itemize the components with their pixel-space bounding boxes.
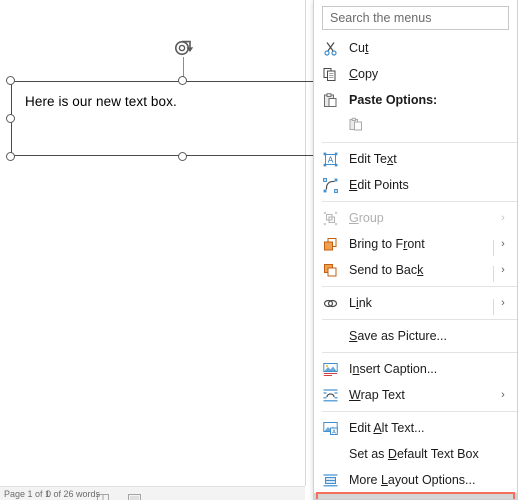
menu-item-group-label: Group	[349, 210, 384, 225]
resize-handle-top-middle[interactable]	[178, 76, 187, 85]
svg-text:A: A	[332, 429, 336, 435]
text-box-selection[interactable]: Here is our new text box.	[6, 40, 331, 161]
text-box-content[interactable]: Here is our new text box.	[25, 94, 177, 109]
search-menus-wrapper	[314, 0, 517, 35]
menu-item-cut-label: Cut	[349, 40, 369, 55]
menu-item-set-as-default-text-box-label: Set as Default Text Box	[349, 446, 479, 461]
textbox-border-bottom	[11, 155, 331, 156]
group-icon	[322, 210, 339, 227]
menu-item-edit-points[interactable]: Edit Points	[314, 172, 517, 198]
menu-item-edit-points-label: Edit Points	[349, 177, 409, 192]
resize-handle-bottom-left[interactable]	[6, 152, 15, 161]
read-mode-icon[interactable]	[97, 490, 109, 500]
chevron-right-icon: ›	[501, 389, 505, 401]
menu-item-link[interactable]: Link ›	[314, 290, 517, 316]
menu-item-edit-text[interactable]: A Edit Text	[314, 146, 517, 172]
status-page-number[interactable]: Page 1 of 1	[4, 489, 50, 499]
menu-item-edit-text-label: Edit Text	[349, 151, 397, 166]
wrap-text-icon	[322, 387, 339, 404]
chevron-right-icon: ›	[493, 238, 511, 256]
menu-item-link-label: Link	[349, 295, 372, 310]
menu-item-insert-caption[interactable]: Insert Caption...	[314, 356, 517, 382]
chevron-right-icon: ›	[501, 212, 505, 224]
paste-keep-formatting-icon[interactable]	[349, 117, 364, 135]
edit-points-icon	[322, 177, 339, 194]
link-icon	[322, 295, 339, 312]
copy-icon	[322, 66, 339, 83]
svg-text:A: A	[328, 155, 334, 164]
menu-item-paste-options[interactable]: Paste Options:	[314, 87, 517, 113]
menu-separator	[322, 286, 517, 287]
edit-alt-text-icon: A	[322, 420, 339, 437]
menu-separator	[322, 142, 517, 143]
page-edge-divider	[305, 0, 306, 486]
chevron-right-icon: ›	[493, 264, 511, 282]
paste-option-thumbnails[interactable]	[314, 113, 517, 139]
menu-item-set-as-default-text-box[interactable]: Set as Default Text Box	[314, 441, 517, 467]
menu-separator	[322, 352, 517, 353]
chevron-right-icon: ›	[493, 297, 511, 315]
menu-item-bring-to-front[interactable]: Bring to Front ›	[314, 231, 517, 257]
menu-item-send-to-back-label: Send to Back	[349, 262, 424, 277]
more-layout-options-icon	[322, 472, 339, 489]
menu-item-more-layout-options[interactable]: More Layout Options...	[314, 467, 517, 493]
textbox-border-top	[11, 81, 331, 82]
context-menu[interactable]: Cut Copy Paste Options:	[313, 0, 518, 500]
status-bar[interactable]: Page 1 of 1 0 of 26 words	[0, 486, 305, 500]
menu-item-edit-alt-text-label: Edit Alt Text...	[349, 420, 425, 435]
menu-item-more-layout-options-label: More Layout Options...	[349, 472, 476, 487]
menu-item-group[interactable]: Group ›	[314, 205, 517, 231]
menu-separator	[322, 201, 517, 202]
send-to-back-icon	[322, 262, 339, 279]
bring-to-front-icon	[322, 236, 339, 253]
print-layout-icon[interactable]	[128, 490, 141, 500]
menu-item-copy[interactable]: Copy	[314, 61, 517, 87]
resize-handle-middle-left[interactable]	[6, 114, 15, 123]
menu-item-edit-alt-text[interactable]: A Edit Alt Text...	[314, 415, 517, 441]
menu-item-insert-caption-label: Insert Caption...	[349, 361, 438, 376]
status-word-count[interactable]: 0 of 26 words	[46, 489, 100, 499]
menu-item-wrap-text[interactable]: Wrap Text ›	[314, 382, 517, 408]
cut-icon	[322, 40, 339, 57]
menu-item-save-as-picture[interactable]: Save as Picture...	[314, 323, 517, 349]
paste-icon	[322, 92, 339, 109]
menu-item-wrap-text-label: Wrap Text	[349, 387, 405, 402]
menu-item-send-to-back[interactable]: Send to Back ›	[314, 257, 517, 283]
menu-item-paste-options-label: Paste Options:	[349, 92, 438, 107]
rotate-handle-icon[interactable]	[173, 39, 195, 59]
resize-handle-bottom-middle[interactable]	[178, 152, 187, 161]
menu-separator	[322, 411, 517, 412]
menu-item-bring-to-front-label: Bring to Front	[349, 236, 425, 251]
menu-item-save-as-picture-label: Save as Picture...	[349, 328, 447, 343]
resize-handle-top-left[interactable]	[6, 76, 15, 85]
edit-text-icon: A	[322, 151, 339, 168]
menu-item-format-shape[interactable]: Format Shape...	[314, 493, 517, 499]
menu-item-cut[interactable]: Cut	[314, 35, 517, 61]
menu-item-copy-label: Copy	[349, 66, 379, 81]
search-menus-input[interactable]	[322, 6, 509, 30]
insert-caption-icon	[322, 361, 339, 378]
menu-separator	[322, 319, 517, 320]
